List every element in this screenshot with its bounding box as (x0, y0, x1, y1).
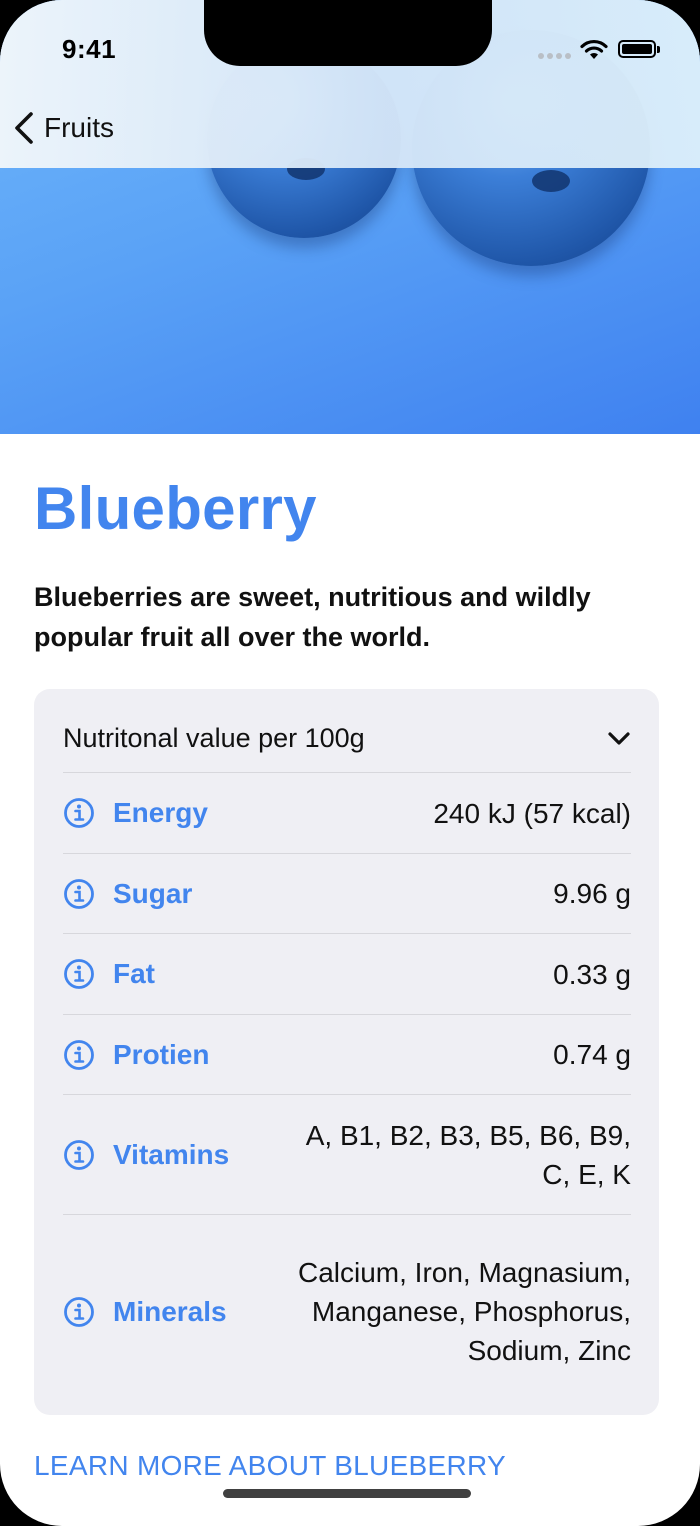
nutrition-value-vitamins: A, B1, B2, B3, B5, B6, B9, C, E, K (305, 1119, 631, 1190)
fruit-headline: Blueberries are sweet, nutritious and wi… (34, 582, 591, 652)
chevron-down-icon (608, 731, 630, 745)
nutrition-value-fat: 0.33 g (553, 958, 631, 990)
nutrition-disclosure-header[interactable]: Nutritonal value per 100g (63, 723, 631, 754)
info-circle-icon[interactable] (63, 797, 95, 829)
wifi-icon (580, 39, 608, 59)
info-circle-icon[interactable] (63, 1039, 95, 1071)
nutrition-value-minerals: Calcium, Iron, Magnasium, Manganese, Pho… (297, 1257, 631, 1366)
chevron-left-icon (15, 112, 33, 144)
cellular-signal-icon (538, 53, 571, 59)
nutrition-row-protein: Protien 0.74 g (63, 1014, 631, 1094)
back-button[interactable]: Fruits (12, 110, 114, 146)
status-time: 9:41 (62, 34, 117, 64)
nutrition-label-minerals: Minerals (113, 1295, 227, 1327)
nutrition-label-protein: Protien (113, 1038, 210, 1070)
nutrition-card: Nutritonal value per 100g Energy 240 kJ … (34, 689, 659, 1415)
info-circle-icon[interactable] (63, 878, 95, 910)
nutrition-row-fat: Fat 0.33 g (63, 933, 631, 1014)
phone-screen: 9:41 Fruits Blueberry Blueberries are sw… (0, 0, 700, 1526)
nutrition-value-energy: 240 kJ (57 kcal) (433, 797, 631, 829)
nutrition-label-vitamins: Vitamins (113, 1138, 230, 1170)
info-circle-icon[interactable] (63, 1139, 95, 1171)
nutrition-value-protein: 0.74 g (553, 1039, 631, 1070)
info-circle-icon[interactable] (63, 1296, 95, 1328)
device-notch (204, 0, 492, 66)
nutrition-row-vitamins: Vitamins A, B1, B2, B3, B5, B6, B9, C, E… (63, 1094, 631, 1214)
nutrition-row-minerals: Minerals Calcium, Iron, Magnasium, Manga… (63, 1214, 631, 1408)
nutrition-label-energy: Energy (113, 797, 208, 828)
nutrition-row-sugar: Sugar 9.96 g (63, 853, 631, 933)
back-button-label: Fruits (44, 112, 114, 143)
info-circle-icon[interactable] (63, 958, 95, 990)
nutrition-value-sugar: 9.96 g (553, 878, 631, 909)
battery-icon (618, 40, 660, 58)
nutrition-header-label: Nutritonal value per 100g (63, 723, 365, 753)
fruit-title: Blueberry (34, 475, 317, 542)
home-indicator[interactable] (223, 1489, 471, 1498)
nutrition-row-energy: Energy 240 kJ (57 kcal) (63, 772, 631, 853)
learn-more-link[interactable]: LEARN MORE ABOUT BLUEBERRY (34, 1450, 506, 1482)
nutrition-label-fat: Fat (113, 958, 155, 989)
nutrition-label-sugar: Sugar (113, 877, 193, 909)
